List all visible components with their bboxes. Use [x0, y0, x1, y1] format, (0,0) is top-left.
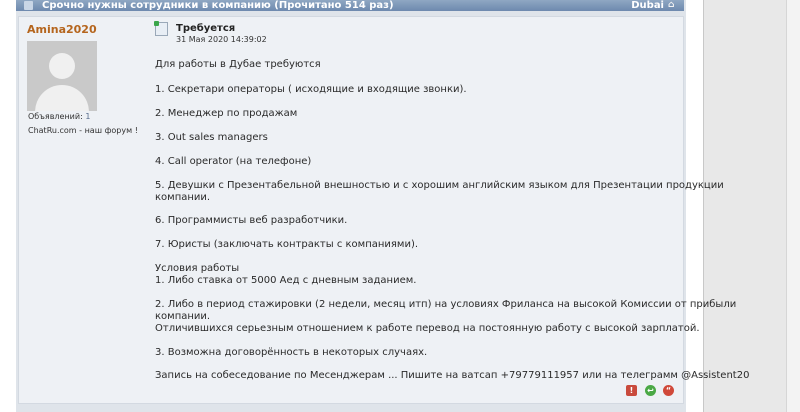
- author-ads: Объявлений: 1: [28, 112, 90, 121]
- avatar-head: [49, 53, 75, 79]
- post-line: компании.: [155, 192, 211, 203]
- author-name[interactable]: Amina2020: [27, 23, 97, 36]
- author-ads-label: Объявлений:: [28, 112, 83, 121]
- scrollbar[interactable]: [786, 0, 800, 412]
- topic-title: Срочно нужны сотрудники в компанию (Проч…: [42, 0, 394, 11]
- post-title[interactable]: Требуется: [176, 23, 235, 34]
- right-panel: [703, 0, 800, 412]
- topic-location[interactable]: Dubai: [631, 0, 664, 11]
- avatar-shoulders: [35, 85, 89, 111]
- topic-title-bar: Срочно нужны сотрудники в компанию (Проч…: [16, 0, 684, 11]
- post-document-icon: [154, 21, 168, 36]
- quote-icon[interactable]: “: [663, 385, 674, 396]
- post-line: 7. Юристы (заключать контракты с компани…: [155, 239, 419, 250]
- post-line: 1. Либо ставка от 5000 Аед с дневным зад…: [155, 275, 417, 286]
- post-line: 2. Либо в период стажировки (2 недели, м…: [155, 299, 737, 310]
- author-ads-count[interactable]: 1: [85, 112, 90, 121]
- post-line: 2. Менеджер по продажам: [155, 108, 298, 119]
- post-line: Отличившихся серьезным отношением к рабо…: [155, 323, 700, 334]
- post-line: Для работы в Дубае требуются: [155, 59, 321, 70]
- author-tagline: ChatRu.com - наш форум !: [28, 126, 138, 135]
- post-line: 4. Call operator (на телефоне): [155, 156, 312, 167]
- avatar: [27, 41, 97, 111]
- home-icon[interactable]: ⌂: [668, 1, 678, 10]
- post-line: 3. Возможна договорённость в некоторых с…: [155, 347, 428, 358]
- reply-icon[interactable]: ↩: [645, 385, 656, 396]
- post-container: [18, 16, 684, 404]
- post-line: Запись на собеседование по Месенджерам .…: [155, 370, 750, 381]
- post-line: 5. Девушки с Презентабельной внешностью …: [155, 180, 724, 191]
- post-line: 3. Out sales managers: [155, 132, 268, 143]
- post-line: 6. Программисты веб разработчики.: [155, 215, 348, 226]
- topic-icon: [24, 1, 33, 10]
- post-line: компании.: [155, 311, 211, 322]
- report-icon[interactable]: !: [626, 385, 637, 396]
- post-line: Условия работы: [155, 263, 240, 274]
- post-line: 1. Секретари операторы ( исходящие и вхо…: [155, 84, 467, 95]
- post-date: 31 Мая 2020 14:39:02: [176, 35, 267, 44]
